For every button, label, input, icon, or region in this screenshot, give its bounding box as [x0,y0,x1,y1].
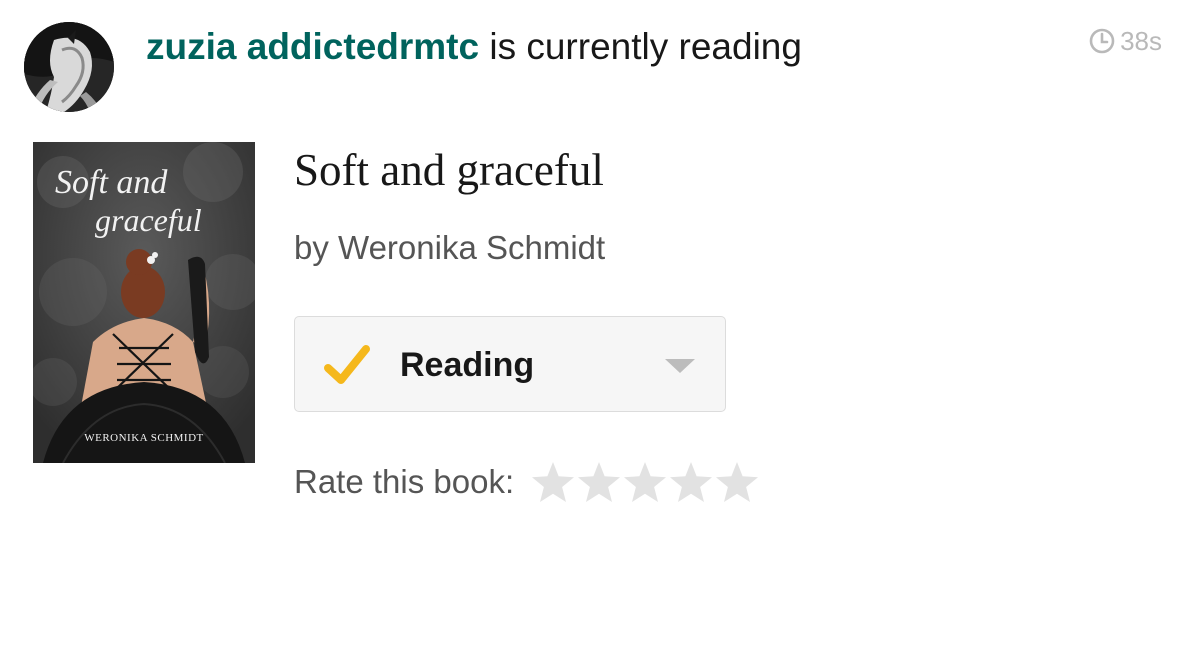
checkmark-icon [324,345,370,384]
activity-action-text: is currently reading [489,26,802,67]
book-title-link[interactable]: Soft and graceful [294,142,604,198]
shelf-status-label: Reading [400,346,535,384]
activity-headline: zuzia addictedrmtc is currently reading [146,24,802,70]
activity-card: zuzia addictedrmtc is currently reading … [0,0,1186,648]
cover-title-line-1: Soft and [55,164,168,201]
caret-down-icon[interactable] [665,359,695,373]
clock-icon [1089,28,1115,54]
cover-author: WERONIKA SCHMIDT [84,432,204,444]
book-author: by Weronika Schmidt [294,228,605,268]
author-link[interactable]: by Weronika Schmidt [294,229,605,266]
user-avatar[interactable] [24,22,114,112]
timestamp-text: 38s [1120,26,1162,56]
user-name-link[interactable]: zuzia addictedrmtc [146,26,479,67]
book-cover[interactable]: Soft and graceful WERONIKA SCHMIDT [33,142,255,463]
avatar-photo [24,22,114,112]
rating-label: Rate this book: [294,463,515,500]
star-icon[interactable] [576,460,622,504]
activity-timestamp[interactable]: 38s [1088,26,1162,56]
cover-title-line-2: graceful [95,202,202,238]
rating-row: Rate this book: [294,460,760,504]
star-icon[interactable] [622,460,668,504]
star-icon[interactable] [668,460,714,504]
star-rating[interactable] [530,460,760,504]
shelf-status-button[interactable]: Reading [294,316,726,412]
star-icon[interactable] [714,460,760,504]
star-icon[interactable] [530,460,576,504]
